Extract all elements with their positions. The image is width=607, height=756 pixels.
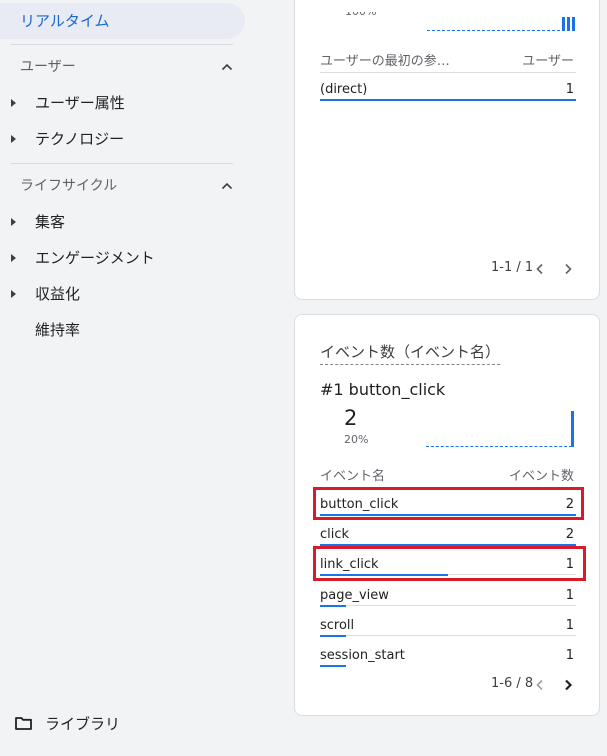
- section-lifecycle-header[interactable]: ライフサイクル: [20, 175, 235, 197]
- sparkline-bar: [567, 17, 570, 31]
- sidebar-item-label: 維持率: [35, 321, 81, 339]
- caret-right-icon: [11, 135, 16, 143]
- sidebar-item-technology[interactable]: テクノロジー: [0, 125, 240, 153]
- row-share-bar: [320, 99, 576, 101]
- caret-right-icon: [11, 290, 16, 298]
- sidebar-item-monetization[interactable]: 収益化: [0, 280, 240, 308]
- sidebar-item-label: ユーザー属性: [35, 94, 125, 112]
- row-divider: [320, 72, 576, 73]
- column-header-event-count: イベント数: [508, 469, 574, 484]
- first-user-source-card: 100% ユーザーの最初の参… ユーザー (direct) 1 1-1 / 1: [294, 0, 600, 300]
- highlight-box-button-click: [313, 487, 584, 520]
- sidebar-item-library[interactable]: ライブラリ: [15, 712, 120, 736]
- chevron-up-icon: [221, 63, 233, 71]
- sidebar-item-label: テクノロジー: [35, 130, 125, 148]
- row-divider: [346, 635, 576, 636]
- pagination-text: 1-1 / 1: [491, 260, 534, 275]
- highlight-box-link-click: [313, 546, 586, 581]
- sidebar-item-realtime[interactable]: リアルタイム: [0, 3, 245, 39]
- row-label: scroll: [320, 618, 355, 633]
- row-label: page_view: [320, 588, 389, 603]
- column-header-source: ユーザーの最初の参…: [320, 54, 450, 69]
- section-users-header[interactable]: ユーザー: [20, 56, 235, 78]
- row-label: session_start: [320, 648, 405, 663]
- section-users-title: ユーザー: [20, 59, 76, 75]
- caret-right-icon: [11, 218, 16, 226]
- column-header-event-name: イベント名: [320, 469, 386, 484]
- row-divider: [346, 605, 576, 606]
- row-label: (direct): [320, 82, 368, 97]
- row-label: click: [320, 527, 350, 542]
- cutoff-percent: 100%: [345, 12, 376, 18]
- sidebar-item-label: 収益化: [35, 285, 81, 303]
- chevron-up-icon: [221, 182, 233, 190]
- sparkline-bar: [571, 411, 574, 447]
- library-label: ライブラリ: [45, 715, 121, 733]
- chevron-right-icon[interactable]: [560, 677, 576, 693]
- sidebar: リアルタイム ユーザー ユーザー属性 テクノロジー ライフサイクル 集客 エンゲ…: [0, 0, 252, 756]
- folder-icon: [15, 717, 32, 730]
- sidebar-item-engagement[interactable]: エンゲージメント: [0, 244, 240, 272]
- chevron-right-icon[interactable]: [560, 261, 576, 277]
- row-value: 1: [565, 648, 574, 663]
- pagination-text: 1-6 / 8: [491, 676, 534, 691]
- chevron-left-icon[interactable]: [532, 261, 548, 277]
- card-title[interactable]: イベント数（イベント名）: [320, 341, 501, 365]
- top-item-value: 2: [344, 406, 358, 430]
- row-value: 1: [565, 82, 574, 97]
- divider: [11, 44, 233, 45]
- chevron-left-icon[interactable]: [532, 677, 548, 693]
- row-share-bar: [320, 665, 346, 667]
- top-item-percent: 20%: [344, 433, 369, 446]
- sparkline-bar: [572, 17, 575, 31]
- sparkline-bar: [562, 17, 565, 31]
- top-item-rank: #1 button_click: [320, 380, 446, 399]
- sidebar-item-demographics[interactable]: ユーザー属性: [0, 89, 240, 117]
- divider: [11, 163, 233, 164]
- column-header-users: ユーザー: [522, 54, 574, 69]
- row-share-bar: [320, 605, 346, 607]
- sidebar-item-label: 集客: [35, 213, 66, 231]
- sidebar-item-label: エンゲージメント: [35, 249, 155, 267]
- caret-right-icon: [11, 254, 16, 262]
- row-value: 1: [565, 588, 574, 603]
- sidebar-item-acquisition[interactable]: 集客: [0, 208, 240, 236]
- row-value: 1: [565, 618, 574, 633]
- sparkline-baseline: [427, 7, 575, 31]
- sparkline-baseline: [426, 415, 572, 447]
- sidebar-item-retention[interactable]: 維持率: [0, 316, 240, 344]
- caret-right-icon: [11, 99, 16, 107]
- row-value: 2: [565, 527, 574, 542]
- section-lifecycle-title: ライフサイクル: [20, 178, 118, 194]
- row-share-bar: [320, 635, 346, 637]
